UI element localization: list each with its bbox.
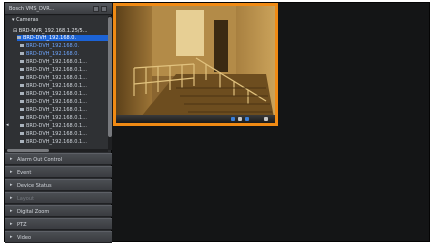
tree-item-label: BRD-DVH_192.168.0.1... bbox=[26, 59, 87, 65]
tree-item-label: BRD-DVH_192.168.0.1... bbox=[26, 91, 87, 97]
left-panel: Bosch VMS_DVR... ▾ Cameras ⊟ BRD-NVR_192… bbox=[5, 3, 112, 244]
expand-arrow-icon: ▸ bbox=[10, 182, 13, 188]
tree-item-camera[interactable]: BRD-DVH_192.168.0.1... bbox=[20, 115, 108, 121]
tree-item-camera[interactable]: BRD-DVH_192.168.0.1... bbox=[20, 59, 108, 65]
instant-playback-icon[interactable] bbox=[231, 117, 235, 121]
section-label: Alarm Out Control bbox=[17, 157, 63, 163]
section-header[interactable]: ▸ PTZ bbox=[5, 218, 112, 230]
section-label: Video bbox=[17, 235, 32, 241]
tree-item-label: BRD-DVH_192.168.0. bbox=[26, 51, 80, 57]
section-header[interactable]: ▸ Device Status bbox=[5, 179, 112, 191]
snapshot-icon[interactable] bbox=[238, 117, 242, 121]
tree-item-camera[interactable]: BRD-DVH_192.168.0.1... bbox=[20, 139, 108, 145]
camera-icon bbox=[20, 124, 24, 127]
expand-arrow-icon: ▸ bbox=[10, 156, 13, 162]
camera-video-frame bbox=[116, 6, 275, 123]
tree-item-camera[interactable]: BRD-DVH_192.168.0.1... bbox=[20, 131, 108, 137]
camera-icon bbox=[20, 60, 24, 63]
video-tile[interactable] bbox=[113, 3, 278, 126]
camera-icon bbox=[20, 116, 24, 119]
panel-sections: ▸ Alarm Out Control ▸ Event ▸ Device Status ▸ L… bbox=[5, 153, 112, 244]
tree-item-label: BRD-DVH_192.168.0.1... bbox=[26, 115, 87, 121]
tree-item-label: BRD-DVH_192.168.0. bbox=[26, 43, 80, 49]
section-label: Digital Zoom bbox=[17, 209, 50, 215]
section-header[interactable]: ▸ Layout bbox=[5, 192, 112, 204]
tree-item-camera[interactable]: BRD-DVH_192.168.0. bbox=[20, 43, 108, 49]
vms-client-window: Bosch VMS_DVR... ▾ Cameras ⊟ BRD-NVR_192… bbox=[4, 2, 430, 244]
expand-arrow-icon: ▸ bbox=[10, 234, 13, 240]
tree-item-label: BRD-DVH_192.168.0. bbox=[23, 35, 77, 41]
camera-icon bbox=[20, 84, 24, 87]
tree-vertical-scrollbar[interactable] bbox=[108, 16, 112, 150]
camera-icon bbox=[20, 140, 24, 143]
camera-icon bbox=[20, 108, 24, 111]
section-label: PTZ bbox=[17, 222, 27, 228]
tree-item-label: BRD-DVH_192.168.0.1... bbox=[26, 107, 87, 113]
tree-item-camera[interactable]: BRD-DVH_192.168.0.1... bbox=[20, 83, 108, 89]
tree-item-label: BRD-DVH_192.168.0.1... bbox=[26, 139, 87, 145]
tree-item-camera[interactable]: BRD-DVH_192.168.0.1... bbox=[20, 123, 108, 129]
camera-icon bbox=[20, 68, 24, 71]
expand-arrow-icon: ▸ bbox=[10, 169, 13, 175]
camera-icon bbox=[20, 100, 24, 103]
collapse-panel-icon[interactable]: ◂ bbox=[6, 122, 9, 128]
tree-item-camera[interactable]: BRD-DVH_192.168.0. bbox=[20, 51, 108, 57]
section-header[interactable]: ▸ Digital Zoom bbox=[5, 205, 112, 217]
section-header[interactable]: ▸ Video bbox=[5, 231, 112, 243]
section-header[interactable]: ▸ Event bbox=[5, 166, 112, 178]
tree-root[interactable]: ▾ Cameras bbox=[12, 17, 38, 23]
scrollbar-thumb[interactable] bbox=[7, 149, 49, 152]
panel-menu-button[interactable] bbox=[101, 6, 107, 12]
tree-item-camera[interactable]: BRD-DVH_192.168.0.1... bbox=[20, 91, 108, 97]
camera-icon bbox=[20, 44, 24, 47]
section-label: Layout bbox=[17, 196, 34, 202]
tree-item-camera[interactable]: BRD-DVH_192.168.0. bbox=[17, 35, 108, 41]
tile-toolbar bbox=[116, 115, 275, 123]
tree-item-label: BRD-DVH_192.168.0.1... bbox=[26, 75, 87, 81]
tree-item-camera[interactable]: BRD-DVH_192.168.0.1... bbox=[20, 107, 108, 113]
section-header[interactable]: ▸ Alarm Out Control bbox=[5, 153, 112, 165]
section-label: Event bbox=[17, 170, 32, 176]
camera-icon bbox=[20, 132, 24, 135]
scrollbar-thumb[interactable] bbox=[108, 17, 112, 137]
tree-item-camera[interactable]: BRD-DVH_192.168.0.1... bbox=[20, 99, 108, 105]
panel-header: Bosch VMS_DVR... bbox=[5, 3, 112, 15]
expand-arrow-icon: ▸ bbox=[10, 208, 13, 214]
camera-icon bbox=[20, 52, 24, 55]
tree-node-nvr[interactable]: ⊟ BRD-NVR_192.168.1.25/5... bbox=[13, 28, 88, 34]
tree-root-label: Cameras bbox=[16, 17, 39, 23]
tree-item-label: BRD-DVH_192.168.0.1... bbox=[26, 99, 87, 105]
tree-horizontal-scrollbar[interactable] bbox=[5, 149, 108, 152]
tree-item-label: BRD-DVH_192.168.0.1... bbox=[26, 83, 87, 89]
camera-icon bbox=[20, 76, 24, 79]
pin-button[interactable] bbox=[93, 6, 99, 12]
camera-tree: ▾ Cameras ⊟ BRD-NVR_192.168.1.25/5... BR… bbox=[5, 16, 112, 152]
tree-node-label: BRD-NVR_192.168.1.25/5... bbox=[18, 28, 88, 34]
tree-item-label: BRD-DVH_192.168.0.1... bbox=[26, 123, 87, 129]
expand-arrow-icon: ▸ bbox=[10, 195, 13, 201]
tree-item-label: BRD-DVH_192.168.0.1... bbox=[26, 67, 87, 73]
camera-icon bbox=[20, 92, 24, 95]
close-tile-icon[interactable] bbox=[264, 117, 268, 121]
section-label: Device Status bbox=[17, 183, 52, 189]
tree-item-label: BRD-DVH_192.168.0.1... bbox=[26, 131, 87, 137]
tree-item-camera[interactable]: BRD-DVH_192.168.0.1... bbox=[20, 67, 108, 73]
expand-arrow-icon: ▸ bbox=[10, 221, 13, 227]
tree-item-camera[interactable]: BRD-DVH_192.168.0.1... bbox=[20, 75, 108, 81]
panel-title: Bosch VMS_DVR... bbox=[9, 6, 55, 12]
audio-icon[interactable] bbox=[245, 117, 249, 121]
camera-icon bbox=[17, 36, 21, 39]
